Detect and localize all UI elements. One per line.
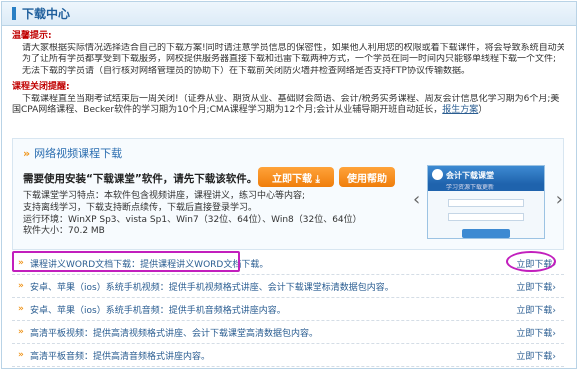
spec-line: 支持离线学习，下载支持断点续传，下载后直接登录学习。	[23, 202, 258, 213]
install-instruction: 需要使用安装“下载课堂”软件，请先下载该软件。	[23, 173, 258, 185]
close-heading: 课程关闭提醒:	[12, 82, 70, 92]
chevron-right-icon[interactable]: ›	[556, 189, 563, 210]
preview-login-button	[462, 229, 510, 238]
download-now-link[interactable]: 立即下载›	[516, 280, 564, 293]
title-marker	[12, 7, 16, 20]
highlight-oval	[506, 251, 556, 272]
software-preview-carousel: ‹ 会计下载课堂 学习资源下载更新 ›	[413, 161, 563, 245]
download-description: 高清平板音频：提供高清音频格式讲座内容。	[30, 351, 211, 362]
plan-link[interactable]: 报生方案	[442, 105, 478, 115]
download-description: 安卓、苹果（ios）系统手机视频：提供手机视频格式讲座、会计下载课堂标清数据包内…	[30, 282, 394, 293]
double-chevron-icon: »	[18, 304, 24, 314]
spec-line: 运行环境：WinXP Sp3、vista Sp1、Win7（32位、64位）、W…	[23, 214, 362, 225]
double-chevron-icon: »	[18, 327, 24, 337]
preview-login-form	[428, 191, 544, 238]
download-description: 安卓、苹果（ios）系统手机音频：提供手机音频格式讲座内容。	[30, 305, 286, 316]
tip-heading: 温馨提示:	[12, 31, 52, 41]
download-now-link[interactable]: 立即下载›	[516, 349, 564, 362]
double-chevron-icon: »	[18, 281, 24, 291]
spec-line: 下载课堂学习特点：本软件包含视频讲座，课程讲义，练习中心等内容;	[23, 191, 306, 201]
preview-header: 会计下载课堂	[428, 166, 544, 184]
tip-line: 为了让所有学员都享受到下载服务，网校提供服务器直接下载和迅雷下载两种方式，一个学…	[22, 54, 557, 64]
tip-line: 请大家根据实际情况选择适合自己的下载方案!同时请注意学员信息的保密性，如果他人利…	[22, 42, 564, 53]
notice-area: 温馨提示: 请大家根据实际情况选择适合自己的下载方案!同时请注意学员信息的保密性…	[12, 31, 564, 117]
help-button[interactable]: 使用帮助	[339, 167, 395, 187]
spec-line: 软件大小：70.2 MB	[23, 226, 105, 237]
tip-line: 无法下载的学员请（自行核对网络管理员的协助下）在下载前关闭防火墙并检查网络是否支…	[22, 65, 470, 76]
download-description: 高清平板视频：提供高清视频格式讲座、会计下载课堂高清数据包内容。	[30, 328, 319, 339]
list-item: » 安卓、苹果（ios）系统手机视频：提供手机视频格式讲座、会计下载课堂标清数据…	[12, 275, 564, 298]
list-item: » 高清平板视频：提供高清视频格式讲座、会计下载课堂高清数据包内容。 立即下载›	[12, 321, 564, 344]
video-course-section: » 网络视频课程下载 需要使用安装“下载课堂”软件，请先下载该软件。 立即下载 …	[12, 138, 564, 250]
download-software-button[interactable]: 立即下载 ⤓	[258, 167, 334, 187]
app-logo-icon	[432, 169, 443, 180]
download-now-link[interactable]: 立即下载›	[516, 303, 564, 316]
preview-subtitle: 学习资源下载更新	[428, 184, 544, 191]
download-now-link[interactable]: 立即下载›	[516, 326, 564, 339]
section-heading: » 网络视频课程下载	[23, 146, 123, 161]
preview-password-field	[448, 213, 524, 221]
double-chevron-icon: »	[23, 146, 31, 160]
panel-header: 下载中心	[2, 2, 576, 26]
list-item: » 高清平板音频：提供高清音频格式讲座内容。 立即下载›	[12, 344, 564, 367]
chevron-left-icon[interactable]: ‹	[413, 189, 420, 210]
highlight-rectangle	[12, 251, 240, 272]
preview-username-field	[448, 199, 524, 207]
software-screenshot: 会计下载课堂 学习资源下载更新	[427, 165, 545, 239]
close-text: 下载课程直至当期考试结束后一周关闭!（证券从业、期货从业、基础财会简语、会计/税…	[12, 93, 560, 116]
double-chevron-icon: »	[18, 350, 24, 360]
software-specs: 下载课堂学习特点：本软件包含视频讲座，课程讲义，练习中心等内容; 支持离线学习，…	[23, 191, 362, 238]
list-item: » 安卓、苹果（ios）系统手机音频：提供手机音频格式讲座内容。 立即下载›	[12, 298, 564, 321]
page-title: 下载中心	[22, 7, 71, 21]
